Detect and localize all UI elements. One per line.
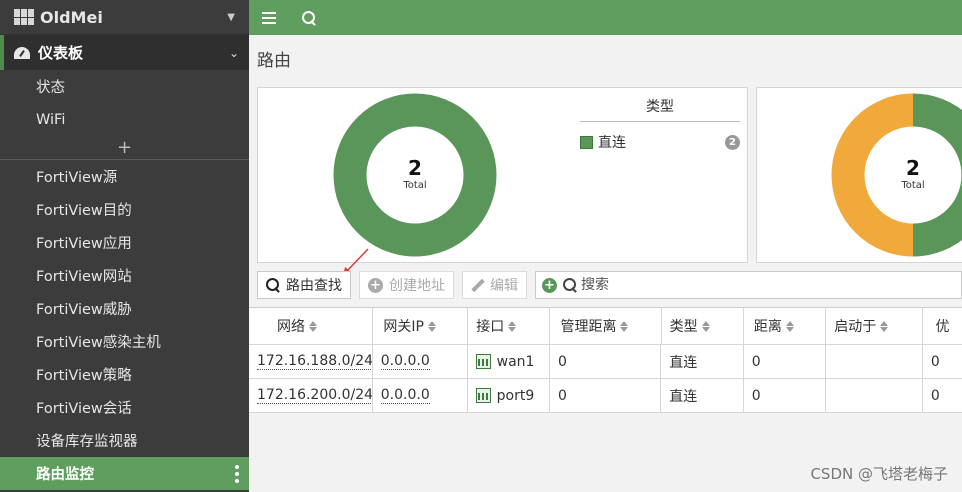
search-icon [563,278,577,292]
menu-icon [262,11,276,24]
sidebar-item-fortiview-applications[interactable]: FortiView应用 [0,226,249,259]
up-since-value [826,345,923,378]
pencil-icon [471,279,484,292]
top-bar [249,0,962,35]
kebab-menu-icon[interactable] [235,465,239,483]
table-header-row: 网络 网关IP 接口 管理距离 类型 距离 启动于 优 [249,308,962,345]
main-content: 路由 2 Total 类型 直连 2 2 Total 路由查找 + 创建地址 编… [249,35,962,492]
sidebar-item-fortiview-websites[interactable]: FortiView网站 [0,259,249,292]
port-icon [475,354,491,369]
column-header-priority[interactable]: 优 [923,308,962,344]
priority-value: 0 [930,353,940,370]
legend-item[interactable]: 直连 2 [580,132,740,152]
edit-button[interactable]: 编辑 [462,271,527,299]
donut-total-value: 2 [408,156,422,180]
menu-button[interactable] [249,0,289,35]
create-address-label: 创建地址 [389,278,445,294]
gateway-value[interactable]: 0.0.0.0 [380,353,430,370]
search-icon [302,10,316,25]
column-header-up-since[interactable]: 启动于 [826,308,923,344]
column-header-admin-distance[interactable]: 管理距离 [550,308,662,344]
port-icon [475,388,491,403]
page-title: 路由 [257,51,291,71]
dashboard-icon [14,46,30,59]
add-dashboard-button[interactable]: + [0,136,249,160]
table-toolbar: 路由查找 + 创建地址 编辑 + [257,271,962,299]
table-row[interactable]: 172.16.200.0/24 0.0.0.0 port9 0 直连 0 0 [249,379,962,413]
sidebar-item-fortiview-destinations[interactable]: FortiView目的 [0,193,249,226]
admin-distance-value: 0 [550,379,662,412]
legend: 类型 直连 2 [580,96,740,152]
sidebar-item-wifi[interactable]: WiFi [0,103,249,136]
chevron-down-icon[interactable]: ⌄ [229,46,239,60]
route-interface-widget: 2 Total [756,87,962,263]
legend-count-badge: 2 [725,134,740,150]
table-row[interactable]: 172.16.188.0/24 0.0.0.0 wan1 0 直连 0 0 [249,345,962,379]
sidebar-item-fortiview-threats[interactable]: FortiView威胁 [0,292,249,325]
gateway-value[interactable]: 0.0.0.0 [380,387,430,404]
create-address-button[interactable]: + 创建地址 [359,271,454,299]
global-search-button[interactable] [289,0,329,35]
routing-table: 网络 网关IP 接口 管理距离 类型 距离 启动于 优 172.16.188.0… [249,307,962,413]
add-filter-icon[interactable]: + [542,277,557,293]
distance-value: 0 [744,379,827,412]
sort-icon [508,320,517,332]
route-type-widget: 2 Total 类型 直连 2 [257,87,748,263]
sidebar-item-fortiview-policies[interactable]: FortiView策略 [0,358,249,391]
sidebar-item-fortiview-sources[interactable]: FortiView源 [0,160,249,193]
sort-icon [427,320,436,332]
brand-header[interactable]: OldMei ▼ [0,0,249,35]
column-header-gateway[interactable]: 网关IP [373,308,469,344]
brand-title: OldMei [40,7,103,27]
sidebar-item-label: 路由监控 [36,467,94,483]
plus-circle-icon: + [368,277,383,293]
sidebar-item-fortiview-compromised-hosts[interactable]: FortiView感染主机 [0,325,249,358]
sidebar-item-status[interactable]: 状态 [0,70,249,103]
type-value: 直连 [661,379,744,412]
donut-total-value: 2 [906,156,920,180]
sort-icon [880,320,889,332]
sort-icon [620,320,629,332]
column-header-network[interactable]: 网络 [249,308,374,344]
search-input[interactable] [581,277,881,293]
table-search[interactable]: + [535,271,962,299]
type-value: 直连 [661,345,744,378]
network-value[interactable]: 172.16.188.0/24 [257,353,372,370]
sidebar: OldMei ▼ 仪表板 ⌄ 状态 WiFi + FortiView源 Fort… [0,0,249,492]
column-header-interface[interactable]: 接口 [468,308,551,344]
network-value[interactable]: 172.16.200.0/24 [257,387,372,404]
route-lookup-button[interactable]: 路由查找 [257,271,351,299]
admin-distance-value: 0 [550,345,662,378]
column-header-distance[interactable]: 距离 [744,308,827,344]
interface-value: port9 [496,387,535,404]
donut-total-label: Total [901,180,925,191]
distance-value: 0 [744,345,827,378]
sidebar-section-dashboard[interactable]: 仪表板 ⌄ [0,35,249,70]
priority-value: 0 [930,387,940,404]
sidebar-item-routing-monitor[interactable]: 路由监控 [0,457,249,490]
fortinet-logo-icon [14,9,34,25]
legend-swatch [580,135,593,149]
sort-icon [309,320,317,332]
edit-label: 编辑 [490,278,518,294]
donut-total: 2 Total [385,156,445,191]
sidebar-item-fortiview-sessions[interactable]: FortiView会话 [0,391,249,424]
donut-total: 2 Total [883,156,943,191]
sidebar-section-label: 仪表板 [38,44,84,62]
sidebar-item-device-inventory[interactable]: 设备库存监视器 [0,424,249,457]
caret-down-icon[interactable]: ▼ [227,12,235,23]
donut-total-label: Total [403,180,427,191]
search-icon [266,278,280,292]
column-header-type[interactable]: 类型 [662,308,744,344]
up-since-value [826,379,923,412]
route-lookup-label: 路由查找 [286,278,342,294]
legend-title: 类型 [580,96,740,122]
interface-value: wan1 [496,353,535,370]
sort-icon [701,320,710,332]
legend-label: 直连 [598,135,626,151]
sort-icon [785,320,794,332]
watermark: CSDN @飞塔老梅子 [810,465,948,483]
